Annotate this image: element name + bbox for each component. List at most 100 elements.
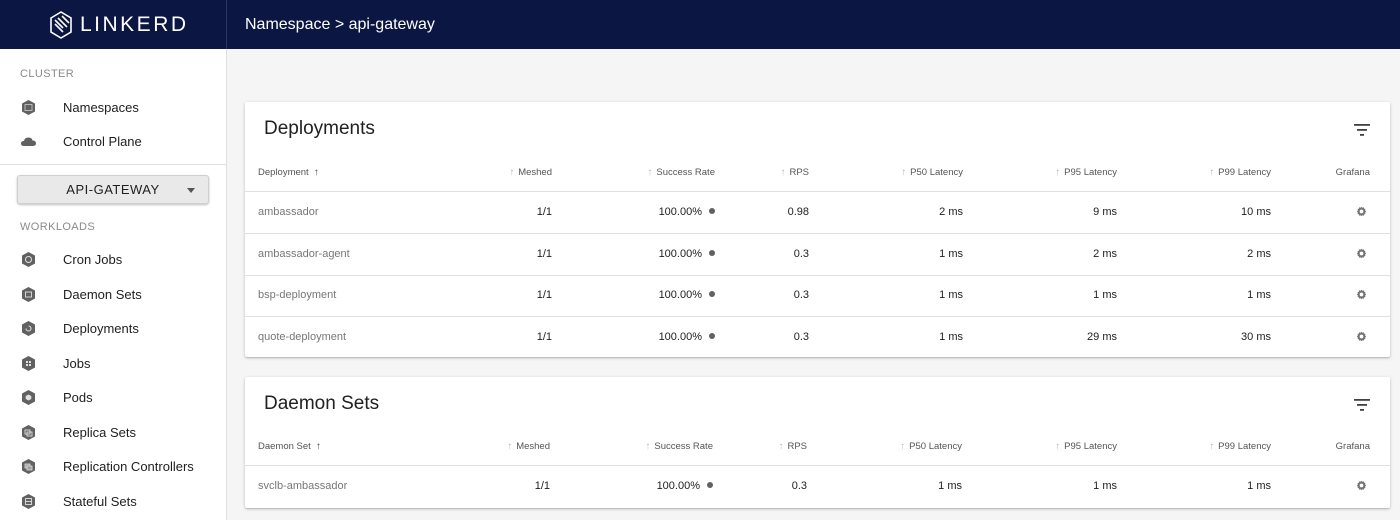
p50-latency-value: 1 ms xyxy=(939,289,963,301)
column-header-p50-latency[interactable]: ↑ P50 Latency xyxy=(901,167,963,178)
namespace-select[interactable]: API-GATEWAY xyxy=(17,175,209,204)
column-header-daemon-set[interactable]: Daemon Set ↑ xyxy=(258,441,321,452)
meshed-value: 1/1 xyxy=(534,480,550,492)
grafana-icon[interactable] xyxy=(1356,204,1367,217)
success-rate-value: 100.00% xyxy=(659,248,715,260)
sort-icon: ↑ xyxy=(645,441,651,452)
deployments-title: Deployments xyxy=(264,118,375,139)
filter-icon[interactable] xyxy=(1354,398,1370,412)
workloads-section-label: WORKLOADS xyxy=(20,221,96,233)
column-header-deployment[interactable]: Deployment ↑ xyxy=(258,167,319,178)
filter-icon[interactable] xyxy=(1354,123,1370,137)
rps-value: 0.98 xyxy=(787,206,809,218)
sidebar-item-daemon-sets[interactable]: Daemon Sets xyxy=(0,279,226,309)
table-row[interactable]: ambassador-agent 1/1 100.00% 0.3 1 ms 2 ms 2 m… xyxy=(245,234,1390,276)
success-rate-value: 100.00% xyxy=(657,480,713,492)
sort-icon: ↑ xyxy=(780,167,786,178)
sidebar: CLUSTER Namespaces Control Plane API-GAT… xyxy=(0,49,227,520)
table-row[interactable]: bsp-deployment 1/1 100.00% 0.3 1 ms 1 ms 1 ms xyxy=(245,275,1390,317)
sidebar-item-namespaces[interactable]: Namespaces xyxy=(0,92,226,122)
resource-name-link[interactable]: ambassador-agent xyxy=(258,248,350,260)
daemonsets-card: Daemon Sets Daemon Set ↑ ↑ Meshed ↑ Success… xyxy=(245,377,1390,508)
replicationcontroller-icon xyxy=(22,458,35,474)
grafana-icon[interactable] xyxy=(1356,478,1367,491)
grafana-icon[interactable] xyxy=(1356,246,1367,258)
cronjob-icon xyxy=(22,251,35,267)
column-header-success-rate[interactable]: ↑ Success Rate xyxy=(647,167,715,178)
column-header-p95-latency[interactable]: ↑ P95 Latency xyxy=(1055,167,1117,178)
sidebar-item-stateful-sets[interactable]: Stateful Sets xyxy=(0,486,226,516)
sidebar-item-label: Replication Controllers xyxy=(63,458,194,474)
status-dot xyxy=(707,482,713,488)
meshed-value: 1/1 xyxy=(536,289,552,301)
sort-icon: ↑ xyxy=(1055,441,1061,452)
sidebar-item-control-plane[interactable]: Control Plane xyxy=(0,126,226,156)
sidebar-item-label: Control Plane xyxy=(63,133,142,149)
grafana-icon[interactable] xyxy=(1356,287,1367,300)
replicaset-icon xyxy=(22,424,35,440)
p95-latency-value: 1 ms xyxy=(1093,289,1117,301)
sort-icon: ↑ xyxy=(778,441,784,452)
resource-name-link[interactable]: ambassador xyxy=(258,206,319,218)
deployments-card: Deployments Deployment ↑ ↑ Meshed ↑ Success… xyxy=(245,102,1390,357)
p50-latency-value: 2 ms xyxy=(939,206,963,218)
sidebar-item-deployments[interactable]: Deployments xyxy=(0,313,226,343)
p50-latency-value: 1 ms xyxy=(939,247,963,260)
p95-latency-value: 2 ms xyxy=(1093,247,1117,260)
resource-name-link[interactable]: quote-deployment xyxy=(258,331,346,343)
daemonset-icon xyxy=(22,286,35,302)
breadcrumb: Namespace > api-gateway xyxy=(245,15,435,33)
sort-ascending-icon: ↑ xyxy=(313,167,319,178)
sidebar-item-label: Deployments xyxy=(63,320,139,336)
column-header-p99-latency[interactable]: ↑ P99 Latency xyxy=(1209,167,1271,178)
column-header-rps[interactable]: ↑ RPS xyxy=(778,441,807,452)
sort-icon: ↑ xyxy=(507,441,513,452)
resource-name-link[interactable]: svclb-ambassador xyxy=(258,480,347,492)
sidebar-item-cron-jobs[interactable]: Cron Jobs xyxy=(0,244,226,274)
meshed-value: 1/1 xyxy=(536,330,552,343)
column-header-success-rate[interactable]: ↑ Success Rate xyxy=(645,441,713,452)
p95-latency-value: 9 ms xyxy=(1093,206,1117,218)
status-dot xyxy=(709,291,715,297)
daemonsets-title: Daemon Sets xyxy=(264,393,380,414)
cluster-section-label: CLUSTER xyxy=(20,68,75,80)
table-row[interactable]: quote-deployment 1/1 100.00% 0.3 1 ms 29 ms 30… xyxy=(245,317,1390,359)
column-header-meshed[interactable]: ↑ Meshed xyxy=(509,167,552,178)
logo[interactable]: LINKERD xyxy=(0,0,227,49)
caret-down-icon xyxy=(187,188,195,193)
table-row[interactable]: svclb-ambassador 1/1 100.00% 0.3 1 ms 1 ms 1 m… xyxy=(245,466,1390,508)
success-rate-value: 100.00% xyxy=(659,206,715,218)
namespaces-icon xyxy=(22,99,35,115)
column-header-p50-latency[interactable]: ↑ P50 Latency xyxy=(900,441,962,452)
column-header-p99-latency[interactable]: ↑ P99 Latency xyxy=(1209,441,1271,452)
sort-icon: ↑ xyxy=(901,167,907,178)
top-bar: LINKERD Namespace > api-gateway xyxy=(0,0,1400,49)
sidebar-item-label: Daemon Sets xyxy=(63,286,142,302)
resource-name-link[interactable]: bsp-deployment xyxy=(258,289,336,301)
p99-latency-value: 30 ms xyxy=(1241,330,1271,343)
sort-icon: ↑ xyxy=(509,167,515,178)
sidebar-item-replica-sets[interactable]: Replica Sets xyxy=(0,417,226,447)
table-row[interactable]: ambassador 1/1 100.00% 0.98 2 ms 9 ms 10 ms xyxy=(245,192,1390,234)
linkerd-logo-icon xyxy=(50,10,72,39)
status-dot xyxy=(709,249,715,256)
column-header-meshed[interactable]: ↑ Meshed xyxy=(507,441,550,452)
column-header-p95-latency[interactable]: ↑ P95 Latency xyxy=(1055,441,1117,452)
status-dot xyxy=(709,332,715,339)
success-rate-value: 100.00% xyxy=(659,331,715,343)
p99-latency-value: 1 ms xyxy=(1247,480,1271,492)
meshed-value: 1/1 xyxy=(536,247,552,260)
sort-icon: ↑ xyxy=(1209,167,1215,178)
column-header-rps[interactable]: ↑ RPS xyxy=(780,167,809,178)
deployment-icon xyxy=(22,320,35,336)
rps-value: 0.3 xyxy=(791,480,807,492)
sidebar-item-jobs[interactable]: Jobs xyxy=(0,348,226,378)
sidebar-item-pods[interactable]: Pods xyxy=(0,382,226,412)
grafana-icon[interactable] xyxy=(1356,329,1367,341)
table-header: Deployment ↑ ↑ Meshed ↑ Success Rate ↑ RPS ↑… xyxy=(245,152,1390,192)
sort-icon: ↑ xyxy=(1209,441,1215,452)
sidebar-item-label: Jobs xyxy=(63,355,91,371)
sidebar-item-replication-controllers[interactable]: Replication Controllers xyxy=(0,451,226,481)
sidebar-item-label: Cron Jobs xyxy=(63,251,123,267)
sort-icon: ↑ xyxy=(900,441,906,452)
